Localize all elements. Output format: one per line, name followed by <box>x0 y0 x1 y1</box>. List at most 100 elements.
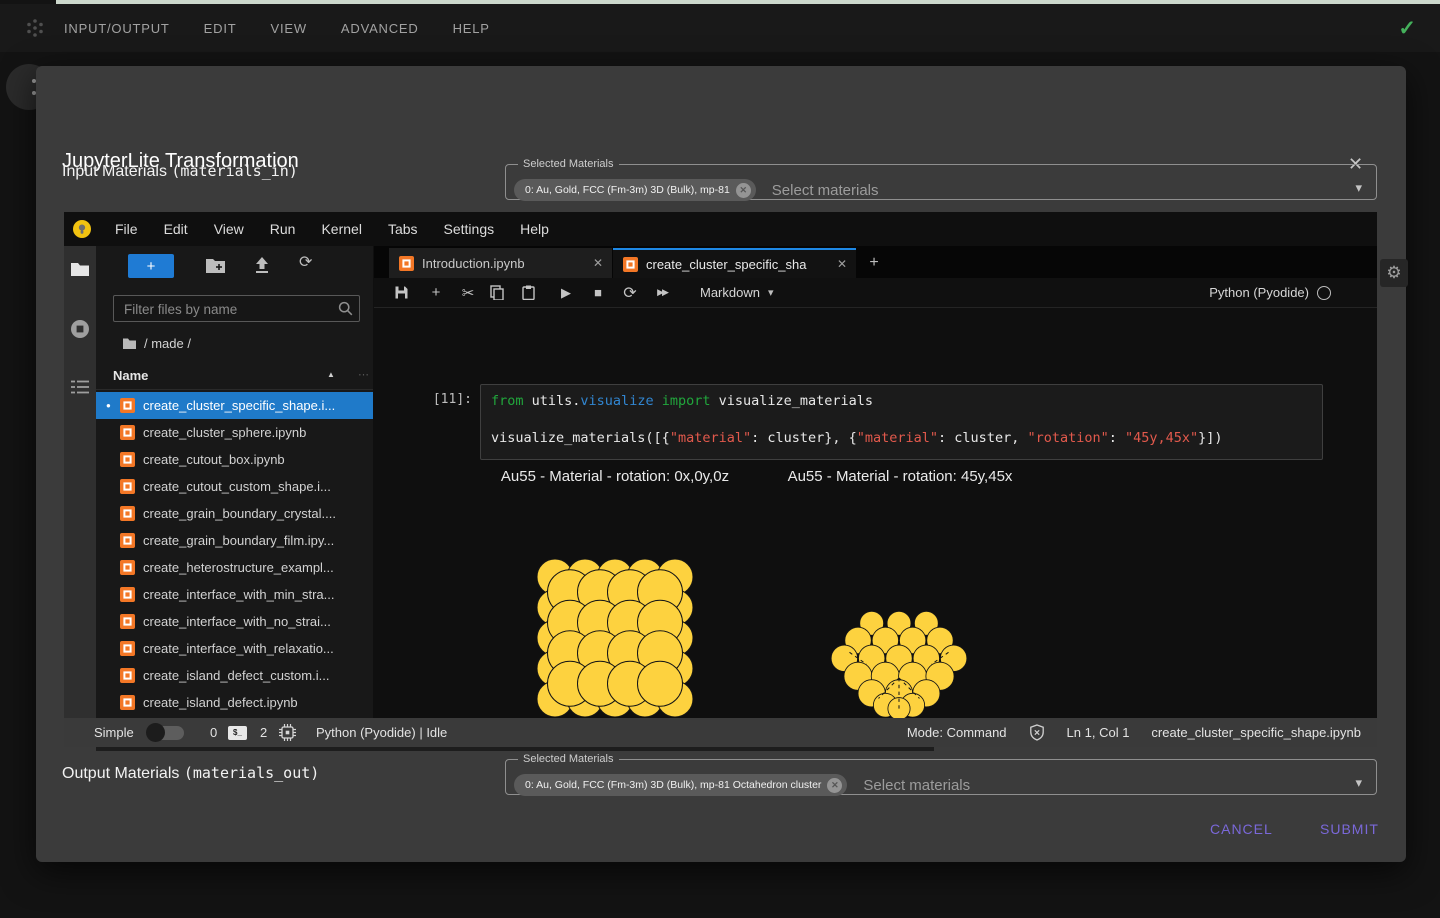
search-icon <box>338 301 353 316</box>
chevron-down-icon[interactable]: ▾ <box>1355 775 1362 791</box>
notebook-icon <box>120 587 135 602</box>
table-of-contents-icon[interactable] <box>70 379 90 395</box>
file-row[interactable]: create_grain_boundary_film.ipy... <box>96 527 373 554</box>
kernels-count: 2 <box>260 725 267 740</box>
app-menu-item-view[interactable]: VIEW <box>270 21 306 36</box>
file-row[interactable]: create_island_defect.ipynb <box>96 689 373 716</box>
left-rail <box>64 246 96 718</box>
kernel-status-text[interactable]: Python (Pyodide) | Idle <box>316 725 447 740</box>
output-select-placeholder: Select materials <box>863 777 970 794</box>
jupyter-menu-item-view[interactable]: View <box>201 221 257 237</box>
app-menu-item-help[interactable]: HELP <box>453 21 490 36</box>
cell-execution-prompt: [11]: <box>412 392 472 407</box>
code-cell-editor[interactable]: from utils.visualize import visualize_ma… <box>480 384 1323 460</box>
output-materials-label: Output Materials (materials_out) <box>62 764 319 783</box>
notebook-icon <box>399 256 414 271</box>
check-icon: ✓ <box>1398 16 1416 41</box>
add-cell-icon[interactable]: + <box>426 284 446 301</box>
refresh-icon[interactable]: ⟳ <box>299 252 312 272</box>
tab-bar: Introduction.ipynb ✕ create_cluster_spec… <box>374 246 1377 278</box>
tab-close-icon[interactable]: ✕ <box>593 256 603 270</box>
notebook-icon <box>120 452 135 467</box>
file-row[interactable]: create_interface_with_no_strai... <box>96 608 373 635</box>
tab-create-cluster-specific-shape[interactable]: create_cluster_specific_sha ✕ <box>613 248 856 278</box>
input-materials-select[interactable]: Selected Materials 0: Au, Gold, FCC (Fm-… <box>505 158 1377 200</box>
tab-introduction[interactable]: Introduction.ipynb ✕ <box>389 248 612 278</box>
notebook-icon <box>623 257 638 272</box>
upload-icon[interactable] <box>253 256 271 274</box>
output-material-chip[interactable]: 0: Au, Gold, FCC (Fm-3m) 3D (Bulk), mp-8… <box>514 774 847 796</box>
file-row[interactable]: create_cutout_custom_shape.i... <box>96 473 373 500</box>
gear-icon[interactable]: ⚙ <box>1380 259 1408 287</box>
trust-shield-icon[interactable] <box>1029 724 1045 741</box>
jupyter-menu-item-tabs[interactable]: Tabs <box>375 221 431 237</box>
app-logo-dots-icon <box>24 17 46 39</box>
jupyter-statusbar: Simple 0 $_ 2 Python (Pyodide) | Idle Mo… <box>64 718 1377 747</box>
file-row[interactable]: create_cutout_box.ipynb <box>96 446 373 473</box>
new-tab-button[interactable]: + <box>862 252 886 274</box>
chevron-down-icon[interactable]: ▾ <box>1355 180 1362 196</box>
simple-mode-toggle[interactable] <box>148 726 184 740</box>
paste-cell-icon[interactable] <box>522 285 542 300</box>
chip-remove-icon[interactable]: ✕ <box>827 778 842 793</box>
submit-button[interactable]: SUBMIT <box>1314 817 1385 841</box>
app-menu-item-edit[interactable]: EDIT <box>204 21 237 36</box>
file-row[interactable]: create_heterostructure_exampl... <box>96 554 373 581</box>
notebook-icon <box>120 479 135 494</box>
running-kernels-icon[interactable] <box>70 319 90 339</box>
statusbar-filename: create_cluster_specific_shape.ipynb <box>1151 725 1361 740</box>
terminal-icon[interactable]: $_ <box>228 726 247 740</box>
run-cell-icon[interactable]: ▶ <box>556 285 576 301</box>
cell-type-dropdown[interactable]: Markdown <box>700 285 760 300</box>
notebook-icon <box>120 695 135 710</box>
output-select-legend: Selected Materials <box>518 753 619 765</box>
file-row[interactable]: create_grain_boundary_crystal.... <box>96 500 373 527</box>
chip-remove-icon[interactable]: ✕ <box>736 183 751 198</box>
file-list: ●create_cluster_specific_shape.i...creat… <box>96 392 373 716</box>
file-row[interactable]: create_island_defect_custom.i... <box>96 662 373 689</box>
jupyter-menu-item-help[interactable]: Help <box>507 221 562 237</box>
file-row[interactable]: ●create_cluster_specific_shape.i... <box>96 392 373 419</box>
file-row[interactable]: create_interface_with_relaxatio... <box>96 635 373 662</box>
app-menu-item-input-output[interactable]: INPUT/OUTPUT <box>64 21 170 36</box>
new-launcher-button[interactable]: + <box>128 254 174 278</box>
kernel-name[interactable]: Python (Pyodide) <box>1209 285 1309 300</box>
tab-close-icon[interactable]: ✕ <box>837 257 847 271</box>
notebook-icon <box>120 668 135 683</box>
cancel-button[interactable]: CANCEL <box>1204 817 1279 841</box>
jupyter-menu-item-run[interactable]: Run <box>257 221 309 237</box>
folder-icon <box>122 337 137 350</box>
copy-cell-icon[interactable] <box>490 285 510 300</box>
input-material-chip[interactable]: 0: Au, Gold, FCC (Fm-3m) 3D (Bulk), mp-8… <box>514 179 756 201</box>
cursor-position[interactable]: Ln 1, Col 1 <box>1067 725 1130 740</box>
notebook-icon <box>120 641 135 656</box>
app-menu: INPUT/OUTPUT EDIT VIEW ADVANCED HELP <box>64 4 490 52</box>
file-filter-input[interactable] <box>122 298 331 321</box>
output-caption-1: Au55 - Material - rotation: 0x,0y,0z <box>480 468 750 485</box>
mode-indicator[interactable]: Mode: Command <box>907 725 1007 740</box>
save-icon[interactable] <box>394 285 414 300</box>
output-materials-select[interactable]: Selected Materials 0: Au, Gold, FCC (Fm-… <box>505 753 1377 795</box>
file-row[interactable]: create_cluster_sphere.ipynb <box>96 419 373 446</box>
cut-cell-icon[interactable]: ✂ <box>458 284 478 302</box>
input-select-legend: Selected Materials <box>518 158 619 170</box>
jupyter-menu-item-file[interactable]: File <box>102 221 151 237</box>
jupyter-menu-item-edit[interactable]: Edit <box>151 221 201 237</box>
restart-kernel-icon[interactable]: ⟳ <box>620 283 640 303</box>
app-menu-item-advanced[interactable]: ADVANCED <box>341 21 419 36</box>
new-folder-icon[interactable] <box>205 256 226 274</box>
kernel-sessions-icon[interactable] <box>278 723 297 742</box>
file-row[interactable]: create_interface_with_min_stra... <box>96 581 373 608</box>
input-select-placeholder: Select materials <box>772 182 879 199</box>
file-list-header[interactable]: Name ▲ ⋯ <box>96 363 373 390</box>
kernel-status-icon <box>1317 286 1331 300</box>
stop-kernel-icon[interactable]: ■ <box>588 285 608 300</box>
notebook-icon <box>120 560 135 575</box>
output-caption-2: Au55 - Material - rotation: 45y,45x <box>765 468 1035 485</box>
jupyter-menu-item-settings[interactable]: Settings <box>431 221 508 237</box>
input-materials-label: Input Materials (materials_in) <box>62 162 298 181</box>
jupyter-menu-item-kernel[interactable]: Kernel <box>308 221 374 237</box>
file-browser-icon[interactable] <box>70 261 90 278</box>
breadcrumb[interactable]: / made / <box>122 334 191 352</box>
run-all-icon[interactable]: ▶▶ <box>652 287 672 298</box>
